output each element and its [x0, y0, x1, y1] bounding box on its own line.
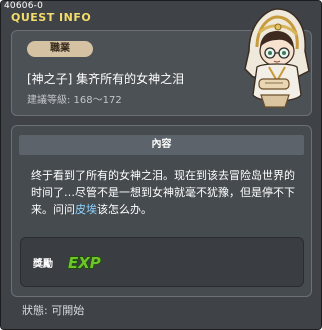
- description-text-start: 终于看到了所有的女神之泪。现在到该去冒险岛世界的时间了…尽管不是一想到女神就毫不…: [31, 169, 295, 216]
- content-header: 內容: [19, 135, 304, 155]
- reward-label: 獎勵: [33, 259, 53, 270]
- exp-text: EXP: [68, 254, 101, 272]
- npc-name-link[interactable]: 皮埃: [75, 203, 97, 216]
- quest-id: 40606-0: [4, 1, 44, 11]
- job-badge: 職業: [27, 41, 93, 57]
- quest-content-panel: 內容 终于看到了所有的女神之泪。现在到该去冒险岛世界的时间了…尽管不是一想到女神…: [11, 125, 312, 297]
- level-requirement: 建議等級: 168～172: [27, 95, 122, 106]
- reward-box: 獎勵 EXP: [20, 237, 304, 287]
- exp-icon: EXP: [67, 253, 101, 272]
- goddess-npc-icon: [244, 8, 310, 108]
- window-title: QUEST INFO: [11, 11, 92, 24]
- quest-description: 终于看到了所有的女神之泪。现在到该去冒险岛世界的时间了…尽管不是一想到女神就毫不…: [31, 167, 303, 218]
- quest-info-window: 40606-0 QUEST INFO 職業 [神之子] 集齐所有的女神之泪 建議…: [0, 0, 322, 330]
- description-text-end: 该怎么办。: [97, 203, 152, 216]
- quest-status: 狀態: 可開始: [22, 304, 85, 317]
- quest-name: [神之子] 集齐所有的女神之泪: [27, 72, 185, 86]
